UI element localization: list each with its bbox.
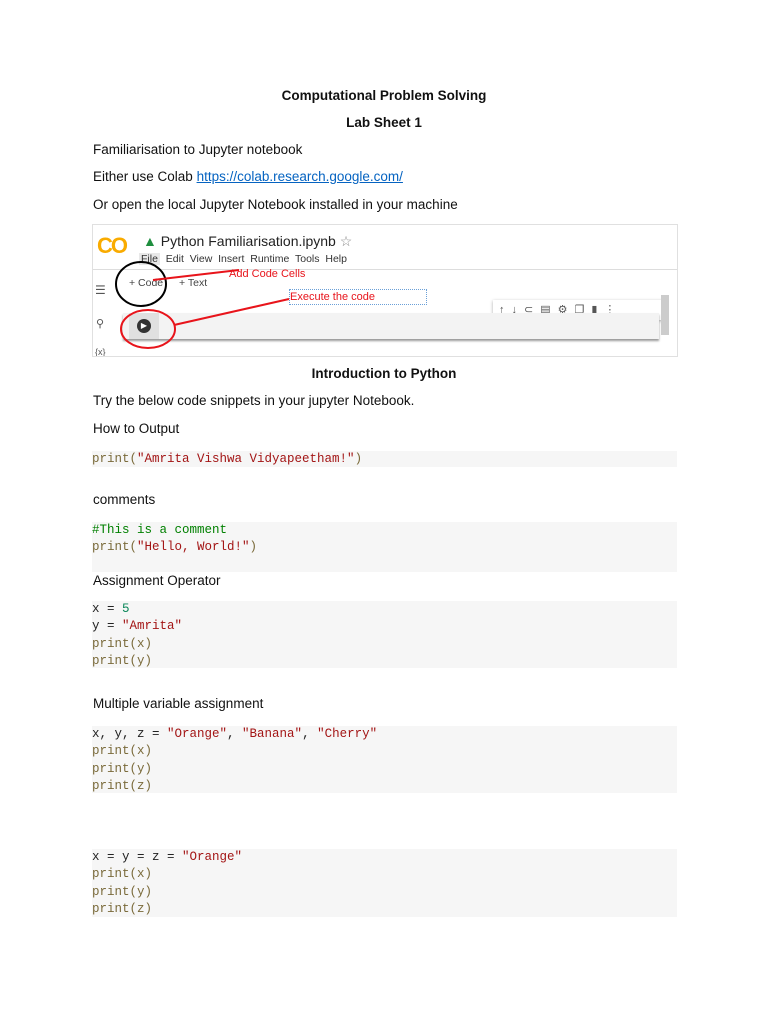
code-token: print(x): [92, 867, 153, 882]
colab-link[interactable]: https://colab.research.google.com/: [197, 169, 403, 184]
code-token: print("Amrita Vishwa Vidyapeetham!"): [92, 451, 677, 468]
intro-line: Familiarisation to Jupyter notebook: [93, 142, 303, 157]
instruction-text: Try the below code snippets in your jupy…: [93, 393, 415, 408]
label-assignment: Assignment Operator: [93, 573, 221, 588]
code-token: print(x): [92, 744, 153, 759]
code-token: print(: [92, 452, 138, 466]
code-block-output: print("Amrita Vishwa Vidyapeetham!"): [92, 451, 677, 467]
code-token: #This is a comment: [92, 523, 228, 537]
code-block-assignment: x = 5 y = "Amrita" print(x) print(y): [92, 601, 677, 668]
code-token: print(z): [92, 901, 153, 916]
code-token: "Amrita Vishwa Vidyapeetham!": [137, 452, 355, 466]
code-token: 5: [122, 602, 130, 616]
code-token: "Banana": [242, 727, 303, 741]
code-token: x, y, z = "Orange", "Banana", "Cherry": [92, 726, 677, 743]
code-token: "Hello, World!": [137, 540, 250, 555]
code-token: ): [249, 540, 258, 555]
code-token: x = y = z = "Orange": [92, 849, 677, 866]
intro-text: Either use Colab: [93, 169, 197, 184]
doc-title: Computational Problem Solving: [281, 88, 487, 103]
code-token: print(y): [92, 761, 153, 776]
code-token: "Orange": [182, 850, 243, 864]
code-token: x = y = z =: [92, 850, 183, 864]
intro-line: Or open the local Jupyter Notebook insta…: [93, 197, 458, 212]
code-token: print(: [92, 540, 138, 555]
code-block-comments: #This is a comment print("Hello, World!"…: [92, 522, 677, 572]
section-heading: Introduction to Python: [311, 366, 457, 381]
label-comments: comments: [93, 492, 156, 507]
code-token: print(x): [92, 636, 153, 651]
code-token: print(z): [92, 778, 153, 793]
code-token: "Orange": [167, 727, 228, 741]
doc-subtitle: Lab Sheet 1: [346, 115, 422, 130]
code-token: "Amrita": [122, 619, 183, 634]
code-token: ): [354, 452, 363, 466]
intro-colab-line: Either use Colab https://colab.research.…: [93, 169, 403, 185]
code-token: x = 5: [92, 601, 677, 618]
label-output: How to Output: [93, 421, 180, 436]
code-token: y =: [92, 619, 123, 634]
code-token: print(y): [92, 884, 153, 899]
colab-screenshot: CO ▲ Python Familiarisation.ipynb ☆ File…: [92, 224, 678, 357]
code-token: print("Hello, World!"): [92, 539, 677, 556]
document-page: { "title":"Computational Problem Solving…: [0, 0, 768, 1024]
code-token: y = "Amrita": [92, 618, 677, 635]
code-token: ,: [302, 727, 318, 741]
code-token: x, y, z =: [92, 727, 168, 741]
annotation-marks: [115, 261, 290, 349]
code-token: x =: [92, 602, 123, 616]
label-multiple: Multiple variable assignment: [93, 696, 264, 711]
code-block-chained: x = y = z = "Orange" print(x) print(y) p…: [92, 849, 677, 917]
code-token: "Cherry": [317, 727, 378, 741]
code-token: print(y): [92, 653, 153, 668]
code-block-multiple: x, y, z = "Orange", "Banana", "Cherry" p…: [92, 726, 677, 793]
code-token: ,: [227, 727, 243, 741]
